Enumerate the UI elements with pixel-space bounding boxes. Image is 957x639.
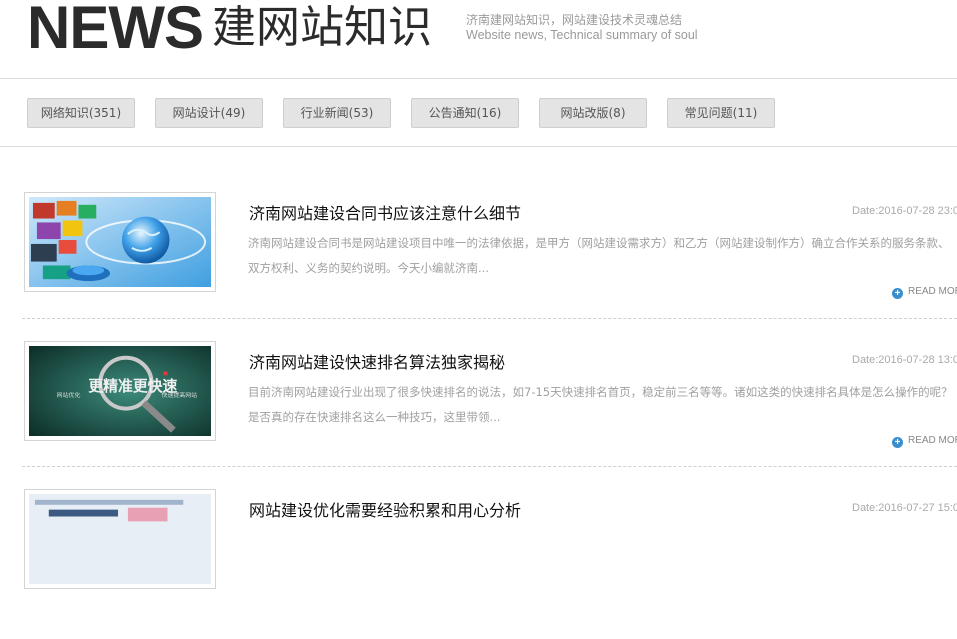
globe-screens-image [29,197,211,287]
plus-circle-icon: + [892,437,903,448]
read-more-link[interactable]: + READ MOR [892,435,957,448]
optimization-poster-image [29,494,211,584]
category-button-notice[interactable]: 公告通知(16) [411,98,519,128]
article-thumbnail[interactable] [24,192,216,292]
article-summary: 目前济南网站建设行业出现了很多快速排名的说法，如7-15天快速排名首页，稳定前三… [248,385,953,424]
article-title[interactable]: 网站建设优化需要经验积累和用心分析 [249,497,521,521]
subtitle-english: Website news, Technical summary of soul [466,28,698,42]
article-title[interactable]: 济南网站建设快速排名算法独家揭秘 [249,349,505,373]
category-button-faq[interactable]: 常见问题(11) [667,98,775,128]
magnifier-ranking-image: 更精准更快速 网站优化 快速提高网站 [29,346,211,436]
article-item: 济南网站建设合同书应该注意什么细节 Date:2016-07-28 23:0 济… [0,192,957,342]
article-divider [22,318,957,319]
news-heading: NEWS [27,0,204,61]
article-date: Date:2016-07-27 15:0 [852,502,957,514]
read-more-label: READ MOR [908,435,957,446]
article-divider [22,466,957,467]
read-more-link[interactable]: + READ MOR [892,286,957,299]
page-header: NEWS 建网站知识 济南建网站知识，网站建设技术灵魂总结 Website ne… [0,0,957,79]
article-summary: 济南网站建设合同书是网站建设项目中唯一的法律依据，是甲方（网站建设需求方）和乙方… [248,236,950,275]
read-more-label: READ MOR [908,286,957,297]
article-thumbnail[interactable]: 更精准更快速 网站优化 快速提高网站 [24,341,216,441]
page-title: 建网站知识 [212,2,432,53]
image-right-text: 快速提高网站 [162,391,198,399]
image-left-text: 网站优化 [57,391,81,399]
category-button-industry[interactable]: 行业新闻(53) [283,98,391,128]
category-button-design[interactable]: 网站设计(49) [155,98,263,128]
plus-circle-icon: + [892,288,903,299]
subtitle-chinese: 济南建网站知识，网站建设技术灵魂总结 [466,13,683,27]
article-item: 网站建设优化需要经验积累和用心分析 Date:2016-07-27 15:0 [0,489,957,639]
category-button-redesign[interactable]: 网站改版(8) [539,98,647,128]
category-button-network[interactable]: 网络知识(351) [27,98,135,128]
article-item: 更精准更快速 网站优化 快速提高网站 济南网站建设快速排名算法独家揭秘 Date… [0,341,957,491]
article-date: Date:2016-07-28 23:0 [852,205,957,217]
article-thumbnail[interactable] [24,489,216,589]
article-date: Date:2016-07-28 13:0 [852,354,957,366]
article-title[interactable]: 济南网站建设合同书应该注意什么细节 [249,200,521,224]
category-bar: 网络知识(351) 网站设计(49) 行业新闻(53) 公告通知(16) 网站改… [0,79,957,147]
